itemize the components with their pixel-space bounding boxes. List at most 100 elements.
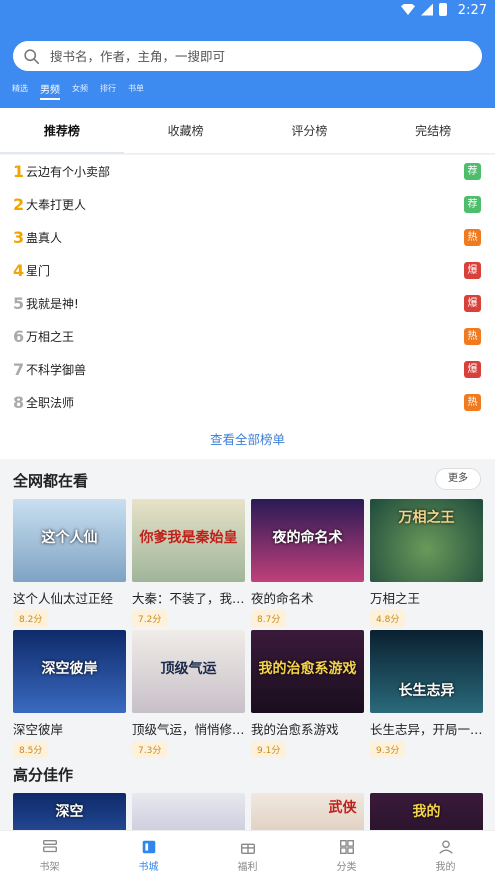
rank-item[interactable]: 6 万相之王 热 [0, 320, 495, 353]
book-cover: 这个人仙 [13, 499, 126, 582]
tab-nanpin[interactable]: 男频 [40, 81, 60, 100]
rank-name: 我就是神! [26, 297, 79, 311]
rank-number: 8 [13, 393, 25, 412]
book-title: 深空彼岸 [13, 722, 64, 737]
view-all-link[interactable]: 查看全部榜单 [0, 429, 495, 448]
rank-name: 星门 [26, 264, 51, 278]
book-card[interactable]: 顶级气运 顶级气运，悄悄修炼千年 7.3分 [132, 630, 245, 758]
category-tabs: 精选 男频 女频 排行 书单 [12, 83, 156, 100]
book-cover: 你爹我是秦始皇 [132, 499, 245, 582]
more-button[interactable]: 更多 [435, 468, 481, 490]
rank-item[interactable]: 8 全职法师 热 [0, 386, 495, 419]
rank-name: 不科学御兽 [26, 363, 87, 377]
rank-name: 云边有个小卖部 [26, 165, 111, 179]
tab-collect[interactable]: 收藏榜 [124, 108, 248, 153]
nav-profile[interactable]: 我的 [396, 831, 495, 880]
book-icon [142, 840, 155, 854]
rank-item[interactable]: 3 蛊真人 热 [0, 221, 495, 254]
book-title: 大秦：不装了，我是秦始皇 [132, 591, 245, 606]
nav-label: 我的 [435, 862, 456, 873]
rank-name: 大奉打更人 [26, 198, 87, 212]
rank-badge: 爆 [464, 295, 481, 312]
rank-list: 1 云边有个小卖部 荐 2 大奉打更人 荐 3 蛊真人 热 4 星门 爆 5 我… [0, 155, 495, 459]
book-card[interactable]: 深空彼岸 深空彼岸 8.5分 [13, 630, 126, 758]
book-title: 夜的命名术 [251, 591, 314, 606]
rank-badge: 爆 [464, 361, 481, 378]
search-icon [24, 48, 40, 64]
rank-badge: 荐 [464, 163, 481, 180]
book-cover: 夜的命名术 [251, 499, 364, 582]
section-title: 全网都在看 [13, 472, 89, 490]
book-title: 我的治愈系游戏 [251, 722, 339, 737]
book-cover: 我的治愈系游戏 [251, 630, 364, 713]
rank-name: 全职法师 [26, 396, 75, 410]
bookshelf-icon [42, 840, 57, 853]
book-card[interactable]: 夜的命名术 夜的命名术 8.7分 [251, 499, 364, 627]
rank-badge: 热 [464, 394, 481, 411]
tab-shudan[interactable]: 书单 [128, 83, 144, 100]
book-cover: 深空彼岸 [13, 630, 126, 713]
book-score: 8.7分 [251, 610, 287, 627]
status-bar: 2:27 [0, 0, 495, 22]
section-popular: 全网都在看 更多 这个人仙 这个人仙太过正经 8.2分 你爹我是秦始皇 大秦：不… [0, 459, 495, 876]
tab-recommend[interactable]: 推荐榜 [0, 108, 124, 154]
signal-icon [421, 3, 433, 16]
book-cover: 万相之王 [370, 499, 483, 582]
nav-welfare[interactable]: 福利 [198, 831, 297, 880]
rank-badge: 荐 [464, 196, 481, 213]
book-cover: 顶级气运 [132, 630, 245, 713]
section-title-high-score: 高分佳作 [13, 766, 74, 784]
nav-bookshelf[interactable]: 书架 [0, 831, 99, 880]
book-card[interactable]: 万相之王 万相之王 4.8分 [370, 499, 483, 627]
rank-item[interactable]: 7 不科学御兽 爆 [0, 353, 495, 386]
book-score: 8.5分 [13, 741, 49, 758]
tab-finished[interactable]: 完结榜 [371, 108, 495, 153]
book-card[interactable]: 长生志异 长生志异，开局一座城隍 9.3分 [370, 630, 483, 758]
wifi-icon [401, 4, 415, 15]
tab-jingxuan[interactable]: 精选 [12, 83, 28, 100]
battery-icon [439, 3, 447, 16]
bottom-nav: 书架 书城 福利 分类 我的 [0, 830, 495, 880]
rank-badge: 爆 [464, 262, 481, 279]
book-cover: 长生志异 [370, 630, 483, 713]
tab-nvpin[interactable]: 女频 [72, 83, 88, 100]
rank-badge: 热 [464, 229, 481, 246]
rank-item[interactable]: 2 大奉打更人 荐 [0, 188, 495, 221]
book-card[interactable]: 你爹我是秦始皇 大秦：不装了，我是秦始皇 7.2分 [132, 499, 245, 627]
nav-label: 书架 [39, 862, 60, 873]
book-score: 7.2分 [132, 610, 168, 627]
book-title: 这个人仙太过正经 [13, 591, 114, 606]
rank-name: 万相之王 [26, 330, 75, 344]
gift-icon [240, 843, 255, 854]
rank-item[interactable]: 4 星门 爆 [0, 254, 495, 287]
tab-paihang[interactable]: 排行 [100, 83, 116, 100]
book-score: 4.8分 [370, 610, 406, 627]
status-time: 2:27 [457, 3, 487, 18]
book-title: 顶级气运，悄悄修炼千年 [132, 722, 245, 737]
tab-score[interactable]: 评分榜 [248, 108, 372, 153]
nav-label: 书城 [138, 862, 159, 873]
rank-number: 6 [13, 327, 25, 346]
nav-label: 分类 [336, 862, 357, 873]
search-input[interactable] [50, 48, 450, 64]
nav-category[interactable]: 分类 [297, 831, 396, 880]
book-title: 万相之王 [370, 591, 421, 606]
nav-bookstore[interactable]: 书城 [99, 831, 198, 880]
rank-item[interactable]: 1 云边有个小卖部 荐 [0, 155, 495, 188]
rank-item[interactable]: 5 我就是神! 爆 [0, 287, 495, 320]
rank-number: 7 [13, 360, 25, 379]
rank-name: 蛊真人 [26, 231, 63, 245]
user-icon [438, 840, 453, 854]
rank-number: 2 [13, 195, 25, 214]
book-score: 9.3分 [370, 741, 406, 758]
header: 2:27 精选 男频 女频 排行 书单 [0, 0, 495, 108]
book-card[interactable]: 这个人仙 这个人仙太过正经 8.2分 [13, 499, 126, 627]
rank-badge: 热 [464, 328, 481, 345]
search-bar[interactable] [13, 41, 482, 71]
rank-number: 3 [13, 228, 25, 247]
grid-icon [339, 840, 354, 854]
rank-tabs: 推荐榜 收藏榜 评分榜 完结榜 [0, 108, 495, 154]
book-score: 8.2分 [13, 610, 49, 627]
book-card[interactable]: 我的治愈系游戏 我的治愈系游戏 9.1分 [251, 630, 364, 758]
nav-label: 福利 [237, 862, 258, 873]
